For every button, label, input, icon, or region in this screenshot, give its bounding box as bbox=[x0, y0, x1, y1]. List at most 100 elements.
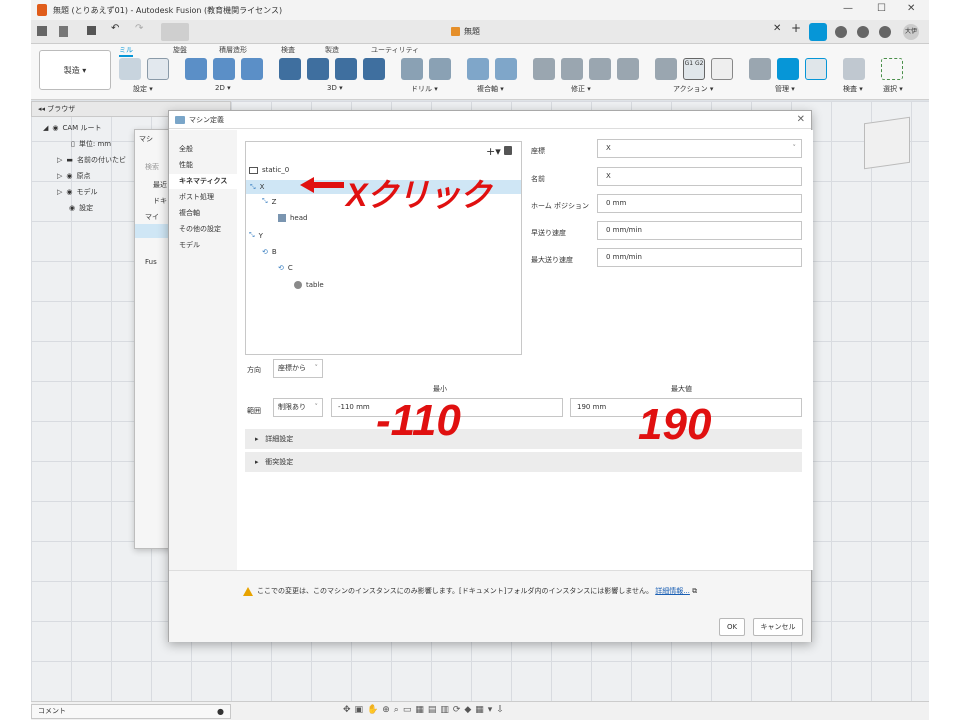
select-icon[interactable] bbox=[881, 58, 903, 80]
tab-utilities[interactable]: ユーティリティ bbox=[371, 45, 419, 55]
bg-fusion-label[interactable]: Fus bbox=[145, 258, 157, 266]
group-inspect[interactable]: 検査 ▾ bbox=[843, 84, 863, 94]
delete-icon[interactable] bbox=[504, 146, 512, 155]
eye-icon[interactable]: ◉ bbox=[66, 172, 72, 180]
browser-item-units[interactable]: ▯ 単位: mm bbox=[71, 139, 111, 149]
drill-icon[interactable] bbox=[401, 58, 423, 80]
help-icon[interactable] bbox=[879, 26, 891, 38]
group-3d[interactable]: 3D ▾ bbox=[327, 84, 343, 92]
expand-icon[interactable]: ▷ bbox=[57, 156, 62, 164]
more-info-link[interactable]: 詳細情報... bbox=[655, 587, 690, 595]
bg-selected-row[interactable] bbox=[135, 224, 169, 238]
add-comment-icon[interactable]: ● bbox=[217, 705, 224, 718]
browser-item-model[interactable]: ▷ ◉ モデル bbox=[57, 187, 98, 197]
file-icon[interactable] bbox=[59, 26, 68, 37]
expand-icon[interactable]: ◢ bbox=[43, 124, 48, 132]
comment-panel[interactable]: コメント ● bbox=[31, 704, 231, 719]
eye-icon[interactable]: ◉ bbox=[66, 188, 72, 196]
advanced-settings-section[interactable]: ▸ 詳細設定 bbox=[245, 429, 802, 449]
tab-inspection[interactable]: 検査 bbox=[281, 45, 295, 55]
flow-icon[interactable] bbox=[363, 58, 385, 80]
bg-search-label[interactable]: 検索 bbox=[145, 162, 159, 172]
machine-library-icon[interactable] bbox=[777, 58, 799, 80]
modify-delete-icon[interactable] bbox=[561, 58, 583, 80]
face-icon[interactable] bbox=[241, 58, 263, 80]
group-setup[interactable]: 設定 ▾ bbox=[133, 84, 153, 94]
close-icon[interactable]: ✕ bbox=[797, 114, 805, 125]
bg-my-machines-label[interactable]: マイ bbox=[145, 212, 159, 222]
group-modify[interactable]: 修正 ▾ bbox=[571, 84, 591, 94]
swarf-icon[interactable] bbox=[495, 58, 517, 80]
maximize-icon[interactable]: ☐ bbox=[877, 3, 886, 14]
2d-adaptive-icon[interactable] bbox=[185, 58, 207, 80]
undo-icon[interactable]: ↶ bbox=[111, 23, 123, 35]
workspace-switcher[interactable]: 製造 ▾ bbox=[39, 50, 111, 90]
group-multi-axis[interactable]: 複合軸 ▾ bbox=[477, 84, 504, 94]
name-field[interactable]: X bbox=[597, 167, 802, 186]
measure-icon[interactable] bbox=[843, 58, 865, 80]
browser-item-cam-root[interactable]: ◢ ◉ CAM ルート bbox=[43, 123, 101, 133]
redo-icon[interactable]: ↷ bbox=[135, 23, 147, 35]
ok-button[interactable]: OK bbox=[719, 618, 745, 636]
browser-item-origin[interactable]: ▷ ◉ 原点 bbox=[57, 171, 91, 181]
hole-recognition-icon[interactable] bbox=[429, 58, 451, 80]
new-tab-icon[interactable]: + bbox=[791, 21, 803, 35]
bg-documents-label[interactable]: ドキ bbox=[153, 196, 167, 206]
tree-node-table[interactable]: table bbox=[294, 281, 324, 289]
rapid-feed-field[interactable]: 0 mm/min bbox=[597, 221, 802, 240]
user-avatar[interactable]: 大伊 bbox=[903, 24, 919, 40]
group-actions[interactable]: アクション ▾ bbox=[673, 84, 713, 94]
post-library-icon[interactable] bbox=[805, 58, 827, 80]
post-process-icon[interactable]: G1 G2 bbox=[683, 58, 705, 80]
document-tab[interactable]: 無題 bbox=[451, 26, 480, 37]
tree-node-c[interactable]: ⟲ C bbox=[278, 264, 293, 272]
axis-select[interactable]: X ˅ bbox=[597, 139, 802, 158]
tree-node-head[interactable]: head bbox=[278, 214, 307, 222]
sidebar-item-post[interactable]: ポスト処理 bbox=[169, 190, 237, 205]
tree-node-b[interactable]: ⟲ B bbox=[262, 248, 277, 256]
close-icon[interactable]: ✕ bbox=[907, 3, 915, 14]
simulate-icon[interactable] bbox=[655, 58, 677, 80]
tool-library-icon[interactable] bbox=[749, 58, 771, 80]
bg-recent-label[interactable]: 最近 bbox=[153, 180, 167, 190]
browser-item-named-views[interactable]: ▷ ▬ 名前の付いたビ bbox=[57, 155, 126, 165]
setup-icon[interactable] bbox=[119, 58, 141, 80]
grid-menu-icon[interactable] bbox=[37, 26, 47, 36]
sidebar-item-capabilities[interactable]: 性能 bbox=[169, 158, 237, 173]
close-tab-icon[interactable]: ✕ bbox=[773, 23, 785, 35]
expand-icon[interactable]: ▷ bbox=[57, 188, 62, 196]
direction-select[interactable]: 座標から ˅ bbox=[273, 359, 323, 378]
tree-node-z[interactable]: ⤡ Z bbox=[262, 197, 276, 206]
group-manage[interactable]: 管理 ▾ bbox=[775, 84, 795, 94]
tab-additive[interactable]: 積層造形 bbox=[219, 45, 247, 55]
tab-turning[interactable]: 旋盤 bbox=[173, 45, 187, 55]
tree-node-static[interactable]: static_0 bbox=[249, 166, 289, 174]
home-position-field[interactable]: 0 mm bbox=[597, 194, 802, 213]
eye-icon[interactable]: ◉ bbox=[69, 204, 75, 212]
group-2d[interactable]: 2D ▾ bbox=[215, 84, 231, 92]
view-cube[interactable] bbox=[864, 116, 910, 170]
sidebar-item-other[interactable]: その他の設定 bbox=[169, 222, 237, 237]
setup-sheet-icon[interactable] bbox=[711, 58, 733, 80]
nc-program-icon[interactable] bbox=[147, 58, 169, 80]
2d-pocket-icon[interactable] bbox=[213, 58, 235, 80]
expand-icon[interactable]: ▷ bbox=[57, 172, 62, 180]
sidebar-item-model[interactable]: モデル bbox=[169, 238, 237, 253]
sidebar-item-multi-axis[interactable]: 複合軸 bbox=[169, 206, 237, 221]
multi-axis-contour-icon[interactable] bbox=[467, 58, 489, 80]
sidebar-item-general[interactable]: 全般 bbox=[169, 142, 237, 157]
3d-adaptive-icon[interactable] bbox=[279, 58, 301, 80]
collapse-icon[interactable]: ◂◂ bbox=[38, 105, 47, 113]
browser-item-setup[interactable]: ◉ 設定 bbox=[69, 203, 93, 213]
sidebar-item-kinematics[interactable]: キネマティクス bbox=[169, 174, 237, 189]
3d-pocket-icon[interactable] bbox=[307, 58, 329, 80]
eye-icon[interactable]: ◉ bbox=[52, 124, 58, 132]
tab-mill[interactable]: ミル bbox=[119, 45, 133, 57]
dialog-header[interactable]: マシン定義 ✕ bbox=[169, 111, 811, 129]
tree-node-y[interactable]: ⤡ Y bbox=[249, 231, 263, 240]
max-feed-field[interactable]: 0 mm/min bbox=[597, 248, 802, 267]
group-drill[interactable]: ドリル ▾ bbox=[411, 84, 438, 94]
tab-fabrication[interactable]: 製造 bbox=[325, 45, 339, 55]
range-mode-select[interactable]: 制限あり ˅ bbox=[273, 398, 323, 417]
notifications-icon[interactable] bbox=[857, 26, 869, 38]
